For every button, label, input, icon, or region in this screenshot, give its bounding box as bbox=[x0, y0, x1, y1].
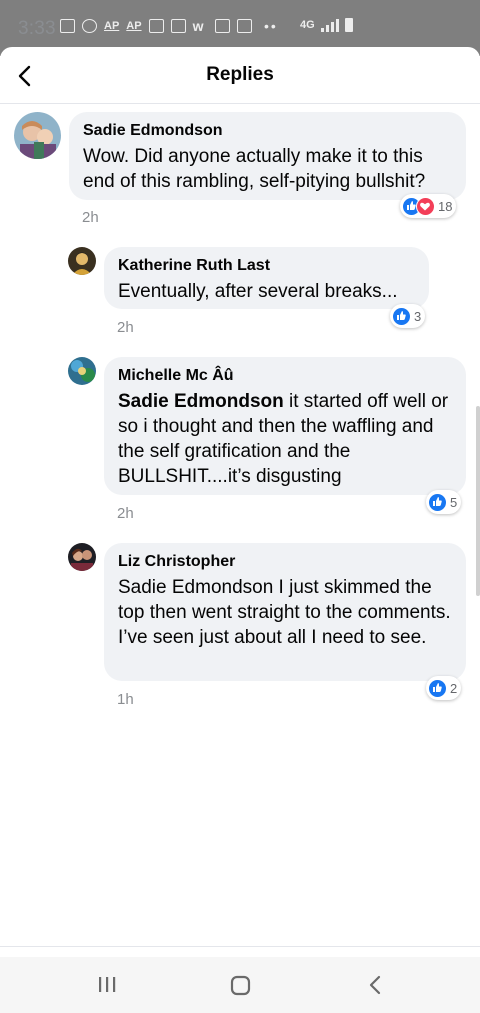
comment-text: Wow. Did anyone actually make it to this… bbox=[83, 146, 426, 192]
comment-bubble[interactable]: Katherine Ruth Last Eventually, after se… bbox=[104, 247, 429, 309]
mention-link[interactable]: Sadie Edmondson bbox=[118, 391, 284, 412]
battery-icon bbox=[344, 18, 353, 32]
message-icon bbox=[60, 19, 75, 33]
status-time: 3:33 bbox=[18, 18, 56, 39]
missed-call-icon bbox=[82, 19, 97, 33]
comment-time: 2h bbox=[117, 319, 134, 336]
comment-bubble[interactable]: Michelle Mc Âû Sadie Edmondson it starte… bbox=[104, 357, 466, 495]
back-icon[interactable] bbox=[366, 975, 386, 995]
back-arrow-icon[interactable] bbox=[16, 65, 36, 87]
avatar[interactable] bbox=[68, 357, 96, 385]
comment-author[interactable]: Katherine Ruth Last bbox=[118, 256, 415, 276]
avatar[interactable] bbox=[68, 543, 96, 571]
calendar-icon bbox=[236, 19, 252, 33]
divider bbox=[0, 946, 480, 947]
comment-text: Sadie Edmondson it started off well or s… bbox=[118, 389, 452, 489]
reaction-count: 18 bbox=[438, 198, 453, 214]
more-notifications-icon: •• bbox=[264, 18, 278, 34]
reaction-count: 3 bbox=[414, 308, 422, 324]
notification-icons: AP AP w bbox=[60, 19, 252, 33]
wish-icon: w bbox=[192, 18, 204, 34]
ap-news-icon-2: AP bbox=[126, 20, 142, 32]
reaction-summary[interactable]: 3 bbox=[390, 304, 426, 328]
comment-bubble[interactable]: Liz Christopher Sadie Edmondson I just s… bbox=[104, 543, 466, 681]
comment-author[interactable]: Michelle Mc Âû bbox=[118, 366, 452, 386]
like-icon bbox=[428, 678, 447, 698]
avatar[interactable] bbox=[68, 247, 96, 275]
ap-news-icon: AP bbox=[104, 20, 120, 32]
chart-icon bbox=[148, 19, 164, 33]
like-icon bbox=[428, 492, 447, 512]
reaction-summary[interactable]: 5 bbox=[426, 490, 462, 514]
reaction-summary[interactable]: 18 bbox=[400, 194, 457, 218]
comment-text: Sadie Edmondson I just skimmed the top t… bbox=[118, 577, 451, 648]
page-title: Replies bbox=[206, 64, 274, 85]
comment-author[interactable]: Sadie Edmondson bbox=[83, 121, 452, 141]
navigation-bar bbox=[0, 957, 480, 1013]
header: Replies bbox=[0, 47, 480, 104]
comment-time: 2h bbox=[82, 209, 99, 226]
reaction-summary[interactable]: 2 bbox=[426, 676, 462, 700]
comment-time: 1h bbox=[117, 691, 134, 708]
comment-author[interactable]: Liz Christopher bbox=[118, 552, 452, 572]
love-icon bbox=[416, 196, 435, 216]
signal-icon bbox=[320, 18, 339, 32]
avatar[interactable] bbox=[14, 112, 61, 159]
like-icon bbox=[392, 306, 411, 326]
gallery-icon bbox=[214, 19, 230, 33]
reaction-count: 2 bbox=[450, 680, 458, 696]
system-icons: 4G bbox=[300, 18, 353, 32]
news-icon bbox=[170, 19, 186, 33]
reaction-count: 5 bbox=[450, 494, 458, 510]
comment-text: Eventually, after several breaks... bbox=[118, 281, 398, 302]
comment-bubble[interactable]: Sadie Edmondson Wow. Did anyone actually… bbox=[69, 112, 466, 200]
home-icon[interactable] bbox=[230, 975, 252, 997]
recents-icon[interactable] bbox=[97, 975, 117, 995]
comment-time: 2h bbox=[117, 505, 134, 522]
scrollbar[interactable] bbox=[476, 406, 480, 596]
network-type: 4G bbox=[300, 19, 315, 31]
